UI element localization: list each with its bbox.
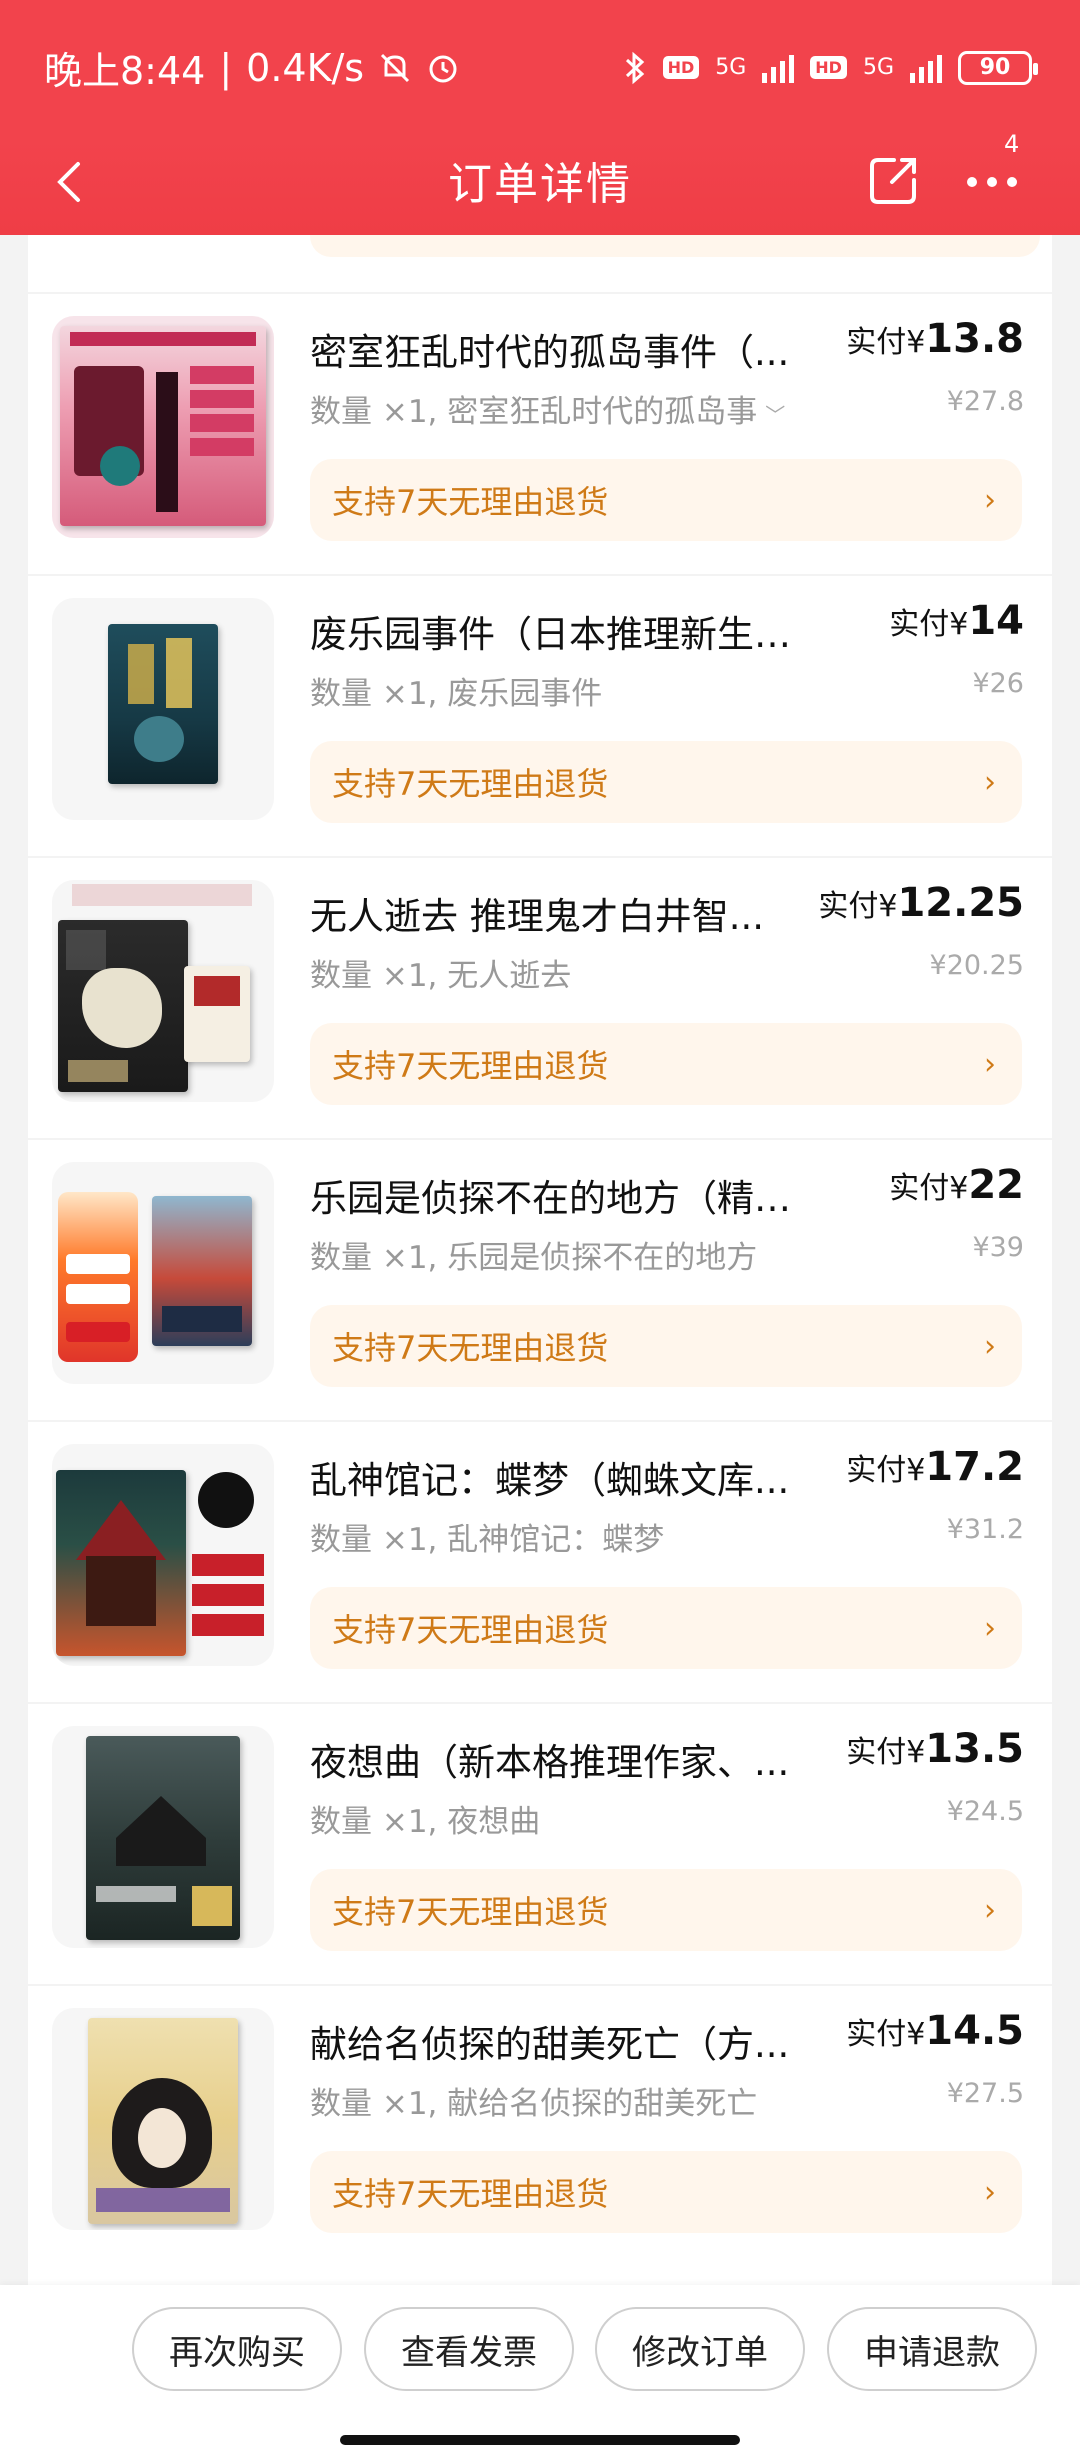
chevron-right-icon: › xyxy=(984,1610,996,1646)
original-price: ¥31.2 xyxy=(946,1514,1024,1545)
back-arrow-icon[interactable] xyxy=(48,160,92,204)
more-badge: 4 xyxy=(1004,130,1020,158)
status-bar: 晚上8:44 | 0.4K/s HD 5G HD 5G 90 xyxy=(0,0,1080,135)
product-title[interactable]: 乱神馆记：蝶梦（蜘蛛文库... xyxy=(310,1450,810,1504)
original-price: ¥39 xyxy=(972,1232,1024,1263)
chevron-right-icon: › xyxy=(984,2174,996,2210)
order-item[interactable]: 废乐园事件（日本推理新生代... 实付¥14 数量 ×1, 废乐园事件 ¥26 … xyxy=(28,574,1052,856)
chevron-right-icon: › xyxy=(984,1892,996,1928)
quantity-spec[interactable]: 数量 ×1, 废乐园事件 xyxy=(310,668,810,713)
product-thumbnail[interactable] xyxy=(52,316,274,538)
refund-policy-button[interactable]: 支持7天无理由退货 › xyxy=(310,1305,1022,1387)
status-time: 晚上8:44 xyxy=(44,49,206,93)
product-title[interactable]: 献给名侦探的甜美死亡（方... xyxy=(310,2014,810,2068)
paid-price: 实付¥14.5 xyxy=(846,2008,1024,2054)
paid-price: 实付¥12.25 xyxy=(818,880,1024,926)
chevron-right-icon: › xyxy=(984,482,996,518)
paid-price: 实付¥13.5 xyxy=(846,1726,1024,1772)
order-item[interactable]: 夜想曲（新本格推理作家、... 实付¥13.5 数量 ×1, 夜想曲 ¥24.5… xyxy=(28,1702,1052,1984)
quantity-spec[interactable]: 数量 ×1, 无人逝去 xyxy=(310,950,810,995)
order-item[interactable]: 密室狂乱时代的孤岛事件（... 实付¥13.8 数量 ×1, 密室狂乱时代的孤岛… xyxy=(28,292,1052,574)
product-thumbnail[interactable] xyxy=(52,598,274,820)
refund-policy-button[interactable]: 支持7天无理由退货 › xyxy=(310,1023,1022,1105)
quantity-spec[interactable]: 数量 ×1, 密室狂乱时代的孤岛事 ﹀ xyxy=(310,386,810,431)
product-title[interactable]: 密室狂乱时代的孤岛事件（... xyxy=(310,322,810,376)
product-thumbnail[interactable] xyxy=(52,2008,274,2230)
quantity-spec[interactable]: 数量 ×1, 献给名侦探的甜美死亡 xyxy=(310,2078,810,2123)
product-title[interactable]: 无人逝去 推理鬼才白井智... xyxy=(310,886,810,940)
original-price: ¥24.5 xyxy=(946,1796,1024,1827)
network-label: 5G xyxy=(715,55,747,80)
quantity-spec[interactable]: 数量 ×1, 乐园是侦探不在的地方 xyxy=(310,1232,810,1277)
paid-price: 实付¥17.2 xyxy=(846,1444,1024,1490)
refund-banner-partial xyxy=(310,235,1040,257)
product-thumbnail[interactable] xyxy=(52,1162,274,1384)
bottom-action-bar: 再次购买 查看发票 修改订单 申请退款 xyxy=(0,2285,1080,2460)
product-title[interactable]: 废乐园事件（日本推理新生代... xyxy=(310,604,810,658)
request-refund-button[interactable]: 申请退款 xyxy=(827,2307,1037,2391)
original-price: ¥26 xyxy=(972,668,1024,699)
network-label: 5G xyxy=(862,55,894,80)
order-item[interactable]: 献给名侦探的甜美死亡（方... 实付¥14.5 数量 ×1, 献给名侦探的甜美死… xyxy=(28,1984,1052,2266)
hd-badge: HD xyxy=(810,56,847,79)
original-price: ¥27.5 xyxy=(946,2078,1024,2109)
view-invoice-button[interactable]: 查看发票 xyxy=(364,2307,574,2391)
order-item[interactable]: 乱神馆记：蝶梦（蜘蛛文库... 实付¥17.2 数量 ×1, 乱神馆记：蝶梦 ¥… xyxy=(28,1420,1052,1702)
chevron-right-icon: › xyxy=(984,764,996,800)
quantity-spec[interactable]: 数量 ×1, 乱神馆记：蝶梦 xyxy=(310,1514,810,1559)
refund-policy-button[interactable]: 支持7天无理由退货 › xyxy=(310,2151,1022,2233)
product-thumbnail[interactable] xyxy=(52,1726,274,1948)
home-indicator[interactable] xyxy=(340,2435,740,2445)
refund-policy-button[interactable]: 支持7天无理由退货 › xyxy=(310,459,1022,541)
mute-icon xyxy=(381,53,410,82)
product-title[interactable]: 夜想曲（新本格推理作家、... xyxy=(310,1732,810,1786)
more-dots-icon[interactable] xyxy=(962,160,1032,200)
bluetooth-icon xyxy=(625,51,644,84)
chevron-right-icon: › xyxy=(984,1046,996,1082)
refund-policy-button[interactable]: 支持7天无理由退货 › xyxy=(310,1587,1022,1669)
battery-icon: 90 xyxy=(958,50,1038,85)
paid-price: 实付¥13.8 xyxy=(846,316,1024,362)
refund-policy-button[interactable]: 支持7天无理由退货 › xyxy=(310,741,1022,823)
page-title: 订单详情 xyxy=(448,159,632,210)
product-thumbnail[interactable] xyxy=(52,1444,274,1666)
order-items-list: 密室狂乱时代的孤岛事件（... 实付¥13.8 数量 ×1, 密室狂乱时代的孤岛… xyxy=(28,235,1052,2285)
order-item[interactable]: 乐园是侦探不在的地方（精装... 实付¥22 数量 ×1, 乐园是侦探不在的地方… xyxy=(28,1138,1052,1420)
modify-order-button[interactable]: 修改订单 xyxy=(595,2307,805,2391)
original-price: ¥20.25 xyxy=(929,950,1024,981)
paid-price: 实付¥22 xyxy=(889,1162,1024,1208)
nav-bar: 订单详情 4 xyxy=(0,130,1080,230)
chevron-right-icon: › xyxy=(984,1328,996,1364)
product-title[interactable]: 乐园是侦探不在的地方（精装... xyxy=(310,1168,810,1222)
product-thumbnail[interactable] xyxy=(52,880,274,1102)
original-price: ¥27.8 xyxy=(946,386,1024,417)
signal-icon xyxy=(762,53,795,83)
share-icon[interactable] xyxy=(866,152,922,208)
app-header: 晚上8:44 | 0.4K/s HD 5G HD 5G 90 订单详情 4 xyxy=(0,0,1080,235)
signal-icon xyxy=(910,53,942,83)
order-item[interactable]: 无人逝去 推理鬼才白井智... 实付¥12.25 数量 ×1, 无人逝去 ¥20… xyxy=(28,856,1052,1138)
chevron-down-icon: ﹀ xyxy=(765,403,786,427)
alarm-icon xyxy=(429,55,457,82)
quantity-spec[interactable]: 数量 ×1, 夜想曲 xyxy=(310,1796,810,1841)
refund-policy-button[interactable]: 支持7天无理由退货 › xyxy=(310,1869,1022,1951)
status-net-speed: 0.4K/s xyxy=(246,45,365,90)
buy-again-button[interactable]: 再次购买 xyxy=(132,2307,342,2391)
paid-price: 实付¥14 xyxy=(889,598,1024,644)
hd-badge: HD xyxy=(662,56,700,79)
